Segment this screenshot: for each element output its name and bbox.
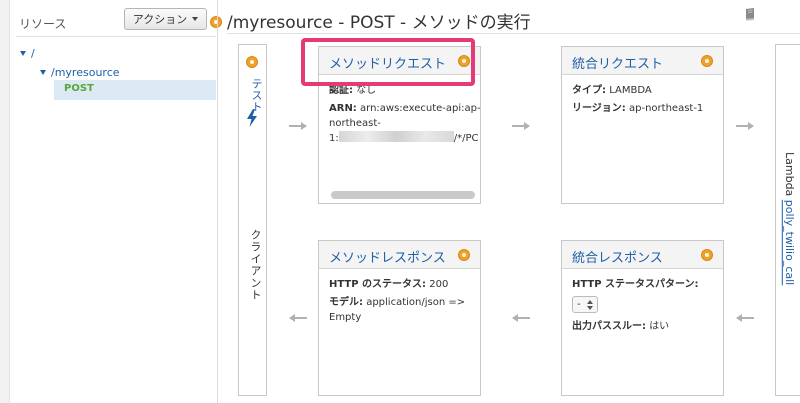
method-response-details: HTTP のステータス: 200 モデル: application/json =… xyxy=(329,277,474,325)
select-updown-icon xyxy=(586,299,593,310)
arrow-left-icon xyxy=(512,314,530,322)
client-column: テスト クライアント xyxy=(238,44,267,396)
arrow-left-icon xyxy=(736,314,754,322)
caret-down-icon xyxy=(192,17,199,21)
arn-line3-prefix: 1: xyxy=(329,133,339,144)
sidebar-scrollbar[interactable] xyxy=(0,0,10,403)
expand-triangle-icon xyxy=(40,70,46,75)
passthrough-key: 出力パススルー: xyxy=(572,321,646,332)
arn-key: ARN: xyxy=(329,103,357,114)
highlight-annotation xyxy=(301,38,475,86)
status-pattern-key: HTTP ステータスパターン: xyxy=(572,279,699,290)
http-status-key: HTTP のステータス: xyxy=(329,279,427,290)
integration-response-header: 統合レスポンス xyxy=(562,241,723,269)
integration-response-details: HTTP ステータスパターン: - 出力パススルー: はい xyxy=(572,277,717,334)
model-key: モデル: xyxy=(329,297,363,308)
tree-item-root[interactable]: / xyxy=(20,47,35,60)
auth-key: 認証: xyxy=(329,85,353,96)
integration-request-header: 統合リクエスト xyxy=(562,47,723,75)
tree-item-label: /myresource xyxy=(51,66,120,79)
type-value: LAMBDA xyxy=(609,85,652,96)
integration-response-help-badge-icon[interactable] xyxy=(701,249,713,261)
tree-item-label: / xyxy=(31,47,35,60)
arrow-right-icon xyxy=(289,122,307,130)
method-response-header: メソッドレスポンス xyxy=(319,241,480,269)
integration-request-help-badge-icon[interactable] xyxy=(701,55,713,67)
horizontal-scrollbar[interactable] xyxy=(331,191,475,199)
tree-item-label: POST xyxy=(64,83,94,94)
test-link[interactable]: テスト xyxy=(248,78,264,113)
client-label: クライアント xyxy=(249,229,262,301)
expand-triangle-icon xyxy=(20,51,26,56)
lightning-icon[interactable] xyxy=(246,109,258,127)
actions-label: アクション xyxy=(132,13,188,26)
region-key: リージョン: xyxy=(572,103,626,114)
sidebar-border xyxy=(217,0,218,403)
status-pattern-value: - xyxy=(577,299,581,310)
arn-line1: arn:aws:execute-api:ap- xyxy=(360,103,481,114)
arn-line3-suffix: /*/PC xyxy=(453,133,479,144)
integration-request-link[interactable]: 統合リクエスト xyxy=(572,53,663,72)
integration-request-box: 統合リクエスト タイプ: LAMBDA リージョン: ap-northeast-… xyxy=(561,46,724,204)
arrow-left-icon xyxy=(289,314,307,322)
client-help-badge-icon[interactable] xyxy=(246,56,258,68)
redacted-text xyxy=(338,131,454,142)
tree-item-myresource[interactable]: /myresource xyxy=(40,66,120,79)
tree-item-post-selected[interactable]: POST xyxy=(54,80,216,100)
actions-dropdown-button[interactable]: アクション xyxy=(124,8,207,30)
integration-response-link[interactable]: 統合レスポンス xyxy=(572,247,663,266)
lambda-label: Lambda polly_twilio_call xyxy=(783,152,796,285)
method-response-link[interactable]: メソッドレスポンス xyxy=(329,247,446,266)
model-value-line1: application/json => xyxy=(366,297,466,308)
passthrough-value: はい xyxy=(649,321,670,332)
method-response-help-badge-icon[interactable] xyxy=(458,249,470,261)
integration-request-details: タイプ: LAMBDA リージョン: ap-northeast-1 xyxy=(572,83,717,116)
actions-help-badge-icon[interactable] xyxy=(210,16,222,28)
arn-line2: northeast- xyxy=(329,118,381,129)
resources-label: リソース xyxy=(19,17,67,31)
lambda-function-link[interactable]: polly_twilio_call xyxy=(783,200,796,285)
region-value: ap-northeast-1 xyxy=(629,103,704,114)
model-value-line2: Empty xyxy=(329,312,362,323)
method-response-box: メソッドレスポンス HTTP のステータス: 200 モデル: applicat… xyxy=(318,240,481,396)
sidebar-divider xyxy=(16,36,216,37)
book-icon[interactable] xyxy=(743,7,757,21)
resource-sidebar: リソース アクション / /myresource POST xyxy=(0,0,217,403)
auth-value: なし xyxy=(356,85,377,96)
method-request-details: 認証: なし ARN: arn:aws:execute-api:ap- nort… xyxy=(329,83,481,146)
lambda-column: Lambda polly_twilio_call xyxy=(775,44,800,396)
arrow-right-icon xyxy=(512,122,530,130)
type-key: タイプ: xyxy=(572,85,606,96)
status-pattern-select[interactable]: - xyxy=(572,296,598,313)
http-status-value: 200 xyxy=(429,279,449,290)
page-title: /myresource - POST - メソッドの実行 xyxy=(227,13,531,33)
title-divider xyxy=(227,33,800,34)
lambda-prefix: Lambda xyxy=(783,152,796,197)
arrow-right-icon xyxy=(736,122,754,130)
integration-response-box: 統合レスポンス HTTP ステータスパターン: - 出力パススルー: はい xyxy=(561,240,724,396)
